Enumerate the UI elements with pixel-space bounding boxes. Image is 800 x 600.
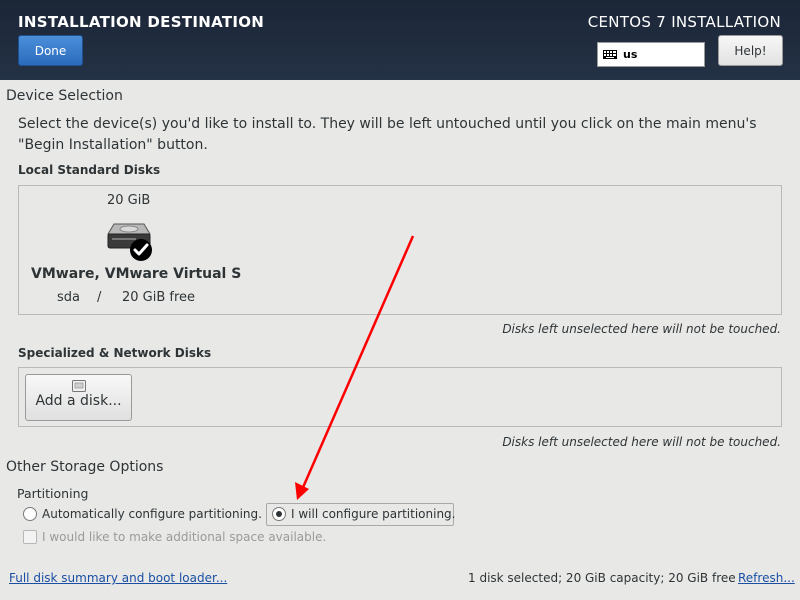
additional-space-checkbox[interactable]: I would like to make additional space av…	[23, 530, 326, 544]
local-disks-note: Disks left unselected here will not be t…	[502, 322, 781, 336]
additional-space-label: I would like to make additional space av…	[42, 530, 327, 544]
radio-unselected-icon	[23, 507, 37, 521]
manual-partitioning-radio[interactable]: I will configure partitioning.	[272, 507, 455, 521]
disk-separator: /	[97, 290, 102, 305]
refresh-link[interactable]: Refresh...	[738, 571, 795, 585]
other-storage-heading: Other Storage Options	[6, 459, 164, 475]
network-disks-note: Disks left unselected here will not be t…	[502, 435, 781, 449]
keyboard-layout-indicator[interactable]: us	[597, 42, 705, 67]
done-button[interactable]: Done	[18, 35, 83, 66]
keyboard-icon	[603, 50, 617, 59]
disk-size: 20 GiB	[107, 193, 151, 208]
product-title: CENTOS 7 INSTALLATION	[587, 13, 781, 31]
add-disk-icon	[71, 380, 86, 392]
add-disk-label: Add a disk...	[35, 393, 122, 409]
checkbox-unchecked-icon	[23, 530, 37, 544]
network-disks-heading: Specialized & Network Disks	[18, 346, 212, 360]
auto-partitioning-radio[interactable]: Automatically configure partitioning.	[23, 507, 262, 521]
page-title: INSTALLATION DESTINATION	[18, 13, 265, 31]
manual-partitioning-label: I will configure partitioning.	[291, 507, 456, 521]
auto-partitioning-label: Automatically configure partitioning.	[42, 507, 262, 521]
add-disk-button[interactable]: Add a disk...	[25, 374, 132, 421]
keyboard-layout-label: us	[623, 48, 638, 61]
selection-status: 1 disk selected; 20 GiB capacity; 20 GiB…	[468, 571, 736, 585]
disk-summary-link[interactable]: Full disk summary and boot loader...	[9, 571, 227, 585]
spoke-header: INSTALLATION DESTINATION CENTOS 7 INSTAL…	[0, 0, 800, 80]
radio-selected-icon	[272, 507, 286, 521]
device-selection-heading: Device Selection	[6, 88, 123, 104]
partitioning-heading: Partitioning	[17, 486, 89, 501]
disk-selected-check-icon	[130, 239, 152, 261]
device-selection-description: Select the device(s) you'd like to insta…	[18, 116, 757, 153]
disk-name: VMware, VMware Virtual S	[31, 266, 242, 282]
network-disks-panel	[18, 367, 782, 427]
local-disks-heading: Local Standard Disks	[18, 163, 161, 177]
help-button[interactable]: Help!	[718, 35, 783, 66]
disk-free-space: 20 GiB free	[122, 290, 196, 305]
disk-device: sda	[57, 290, 80, 305]
